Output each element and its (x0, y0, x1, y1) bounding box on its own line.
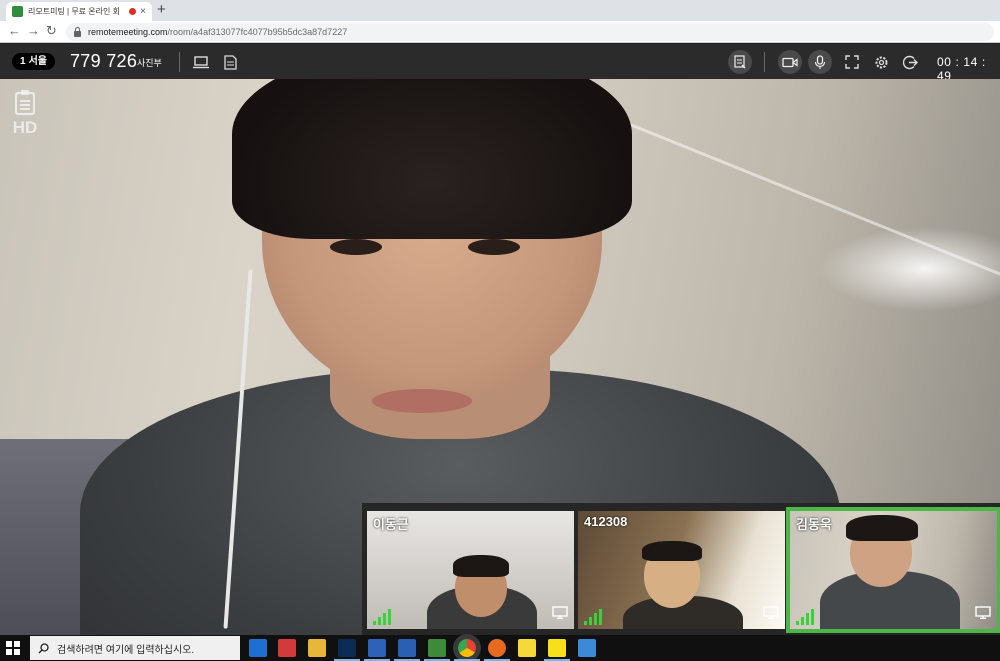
lock-icon (74, 26, 81, 37)
speaker-mouth (372, 389, 472, 413)
maps-icon[interactable] (424, 639, 450, 661)
browser-tabstrip: 리모트미팅 | 무료 온라인 회 × + (0, 0, 1000, 21)
participant-name: 이동근 (373, 517, 409, 532)
participant-hair (642, 541, 702, 561)
windows-start-icon[interactable] (6, 641, 20, 655)
divider (764, 52, 765, 72)
participant-tile-active[interactable]: 김동욱 (786, 507, 1000, 633)
browser-tab[interactable]: 리모트미팅 | 무료 온라인 회 × (6, 2, 152, 21)
back-button[interactable]: ← (8, 23, 21, 38)
url-path: /room/a4af313077fc4077b95b5dc3a87d7227 (167, 27, 348, 37)
windows-taskbar: 검색하려면 여기에 입력하십시오. (0, 635, 1000, 661)
room-number: 779 726 (70, 51, 138, 71)
speaker-eye (468, 239, 520, 255)
photoshop-icon[interactable] (334, 639, 360, 661)
signal-strength-icon (373, 609, 393, 625)
kakaotalk-icon[interactable] (544, 639, 570, 661)
document-share-icon[interactable] (220, 52, 240, 72)
fullscreen-icon[interactable] (842, 52, 862, 72)
participant-tile[interactable]: 이동근 (367, 511, 574, 629)
search-icon (38, 642, 49, 653)
location-count: 1 (20, 56, 26, 67)
remote-desktop-icon[interactable] (578, 639, 596, 657)
speaker-hair (232, 79, 632, 239)
participant-hair (453, 555, 509, 577)
calculator-icon[interactable] (364, 639, 390, 661)
screen-share-icon[interactable] (191, 52, 211, 72)
location-badge[interactable]: 1 서울 (12, 53, 55, 70)
forward-button[interactable]: → (27, 23, 40, 38)
camera-app-icon[interactable] (278, 639, 296, 657)
speaker-eye (330, 239, 382, 255)
tab-title: 리모트미팅 | 무료 온라인 회 (28, 7, 120, 16)
meeting-notes-icon[interactable] (728, 50, 752, 74)
new-tab-button[interactable]: + (157, 1, 166, 18)
hd-quality-badge[interactable]: HD (8, 89, 42, 138)
chrome-icon[interactable] (454, 639, 480, 661)
participant-name: 412308 (584, 514, 628, 529)
url-text: remotemeeting.com/room/a4af313077fc4077b… (88, 27, 347, 37)
tab-close-button[interactable]: × (140, 6, 146, 17)
sticky-notes-icon[interactable] (518, 639, 536, 657)
settings-gear-icon[interactable] (871, 52, 891, 72)
divider (179, 52, 180, 72)
monitor-icon[interactable] (975, 606, 991, 624)
participant-tile[interactable]: 412308 (578, 511, 785, 629)
recording-indicator-icon (129, 8, 137, 15)
firefox-icon[interactable] (484, 639, 510, 661)
remotemeeting-favicon-icon (12, 6, 23, 17)
location-name: 서울 (28, 56, 47, 67)
monitor-icon[interactable] (552, 606, 568, 624)
exit-meeting-icon[interactable] (900, 52, 920, 72)
taskbar-search[interactable]: 검색하려면 여기에 입력하십시오. (30, 636, 240, 660)
room-label: 사진부 (137, 58, 162, 68)
monitor-icon[interactable] (763, 606, 779, 624)
url-host: remotemeeting.com (88, 27, 168, 37)
address-bar[interactable]: remotemeeting.com/room/a4af313077fc4077b… (66, 23, 994, 41)
participant-hair (846, 515, 918, 541)
signal-strength-icon (796, 609, 816, 625)
camera-toggle-icon[interactable] (778, 50, 802, 74)
meeting-toolbar: 1 서울 779 726 사진부 00 : 14 : 49 (0, 44, 1000, 83)
background-ceiling (619, 119, 1000, 280)
file-explorer-icon[interactable] (308, 639, 326, 657)
participant-name: 김동욱 (796, 517, 832, 532)
hd-label: HD (12, 118, 38, 137)
reload-button[interactable]: ↻ (46, 23, 57, 39)
edge-icon[interactable] (249, 639, 267, 657)
browser-toolbar: ← → ↻ remotemeeting.com/room/a4af313077f… (0, 21, 1000, 43)
participant-strip: 이동근 412308 김동욱 (362, 503, 1000, 635)
notepad-icon[interactable] (394, 639, 420, 661)
signal-strength-icon (584, 609, 604, 625)
clipboard-icon (14, 90, 36, 116)
microphone-toggle-icon[interactable] (808, 50, 832, 74)
search-placeholder: 검색하려면 여기에 입력하십시오. (57, 644, 195, 656)
